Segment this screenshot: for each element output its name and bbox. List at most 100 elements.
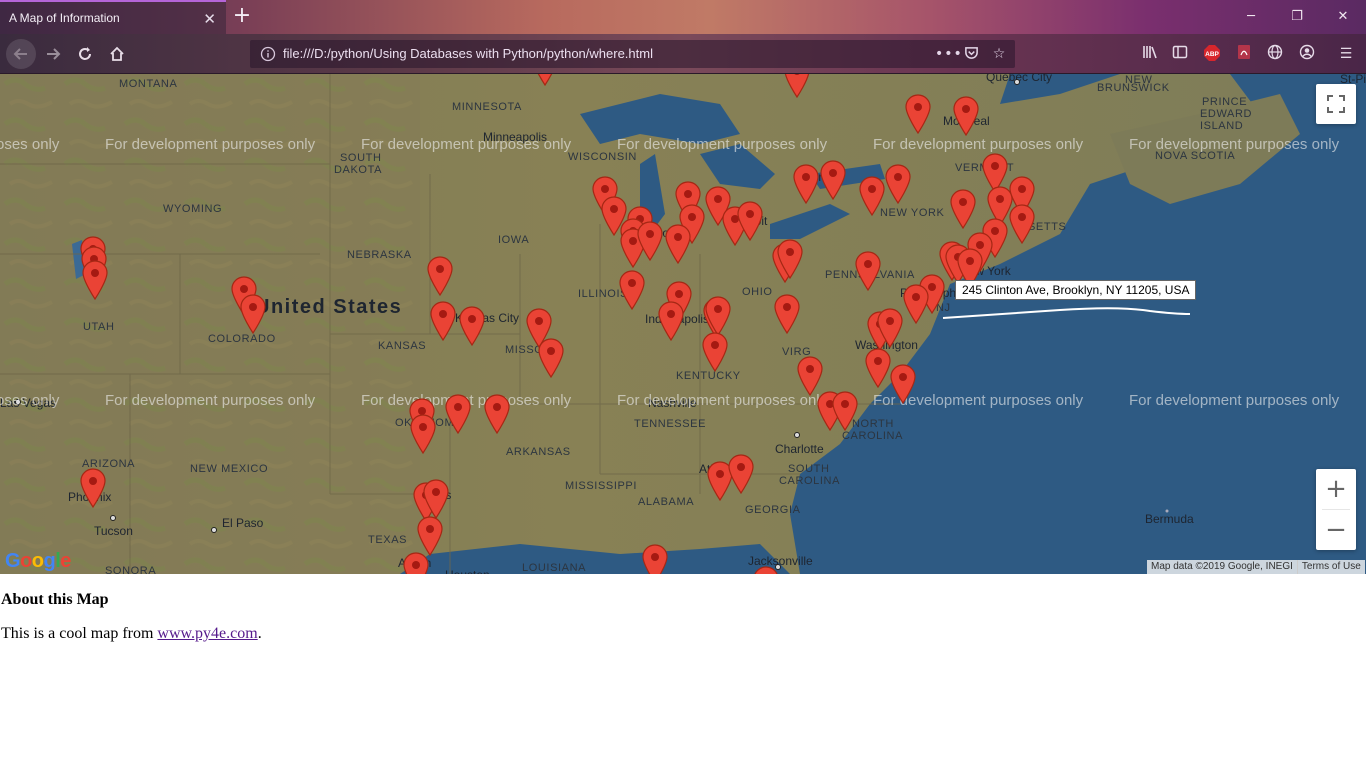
state-label-minnesota: MINNESOTA <box>452 101 522 113</box>
map-marker-icon[interactable] <box>619 270 645 310</box>
city-dot-charlotte <box>794 432 800 438</box>
state-label-colorado: COLORADO <box>208 333 276 345</box>
state-label-north-carolina-2: CAROLINA <box>842 430 904 442</box>
google-logo[interactable]: Google <box>5 550 71 573</box>
map-data-text: Map data ©2019 Google, INEGI <box>1147 560 1298 574</box>
svg-text:ABP: ABP <box>1205 51 1219 58</box>
map-marker-icon[interactable] <box>885 164 911 204</box>
state-label-georgia: GEORGIA <box>745 504 801 516</box>
state-label-south-dakota-2: DAKOTA <box>334 164 383 176</box>
watermark: For development purposes only <box>617 136 828 153</box>
map-marker-icon[interactable] <box>737 201 763 241</box>
map-marker-icon[interactable] <box>80 468 106 508</box>
restore-icon[interactable]: ❐ <box>1282 6 1312 28</box>
fullscreen-button[interactable] <box>1316 84 1356 124</box>
map-marker-icon[interactable] <box>410 414 436 454</box>
map-marker-icon[interactable] <box>538 338 564 378</box>
city-label-charlotte: Charlotte <box>775 442 824 456</box>
state-label-pei-1: PRINCE <box>1202 96 1248 108</box>
pdf-icon[interactable] <box>1234 44 1254 64</box>
map-marker-icon[interactable] <box>777 239 803 279</box>
account-icon[interactable] <box>1297 44 1317 64</box>
city-label-tucson: Tucson <box>94 524 133 538</box>
map-marker-icon[interactable] <box>890 364 916 404</box>
back-button[interactable] <box>6 39 36 69</box>
window-close-icon[interactable]: ✕ <box>1328 6 1358 28</box>
map-canvas[interactable]: MONTANA MINNESOTA SOUTH DAKOTA WISCONSIN WYOM… <box>0 74 1366 574</box>
map-marker-icon[interactable] <box>459 306 485 346</box>
library-icon[interactable] <box>1140 44 1160 64</box>
map-marker-icon[interactable] <box>702 332 728 372</box>
adblock-icon[interactable]: ABP <box>1202 44 1222 64</box>
plus-icon[interactable]: + <box>231 3 253 29</box>
py4e-link[interactable]: www.py4e.com <box>157 625 257 642</box>
watermark: For development purposes only <box>1129 392 1340 409</box>
map-marker-icon[interactable] <box>793 164 819 204</box>
reload-button[interactable] <box>71 40 99 68</box>
map-marker-icon[interactable] <box>417 516 443 556</box>
state-label-arkansas: ARKANSAS <box>506 446 571 458</box>
menu-icon[interactable]: ☰ <box>1336 44 1356 64</box>
map-marker-icon[interactable] <box>642 544 668 574</box>
map-marker-icon[interactable] <box>665 224 691 264</box>
map-marker-icon[interactable] <box>784 74 810 98</box>
tab-active[interactable]: A Map of Information ✕ <box>0 0 226 34</box>
watermark: oses only <box>0 392 60 409</box>
map-marker-icon[interactable] <box>753 566 779 574</box>
map-marker-icon[interactable] <box>532 74 558 86</box>
map-marker-icon[interactable] <box>658 301 684 341</box>
state-label-tennessee: TENNESSEE <box>634 418 707 430</box>
map-marker-icon[interactable] <box>953 96 979 136</box>
info-icon[interactable] <box>260 46 276 62</box>
state-label-kansas: KANSAS <box>378 340 427 352</box>
map-marker-icon[interactable] <box>728 454 754 494</box>
map-marker-icon[interactable] <box>1009 204 1035 244</box>
map-marker-icon[interactable] <box>403 552 429 574</box>
watermark: For development purposes only <box>617 392 828 409</box>
state-label-alabama: ALABAMA <box>638 496 695 508</box>
forward-button[interactable] <box>39 40 67 68</box>
terms-link[interactable]: Terms of Use <box>1298 560 1365 574</box>
map-marker-icon[interactable] <box>427 256 453 296</box>
map-marker-icon[interactable] <box>82 260 108 300</box>
map-marker-icon[interactable] <box>705 296 731 336</box>
map-marker-icon[interactable] <box>423 479 449 519</box>
map-marker-icon[interactable] <box>430 301 456 341</box>
globe-icon[interactable] <box>1265 44 1285 64</box>
url-text[interactable]: file:///D:/python/Using Databases with P… <box>283 46 653 61</box>
map-marker-icon[interactable] <box>484 394 510 434</box>
map-marker-icon[interactable] <box>445 394 471 434</box>
close-icon[interactable]: ✕ <box>203 10 216 28</box>
state-label-north-carolina-1: NORTH <box>852 418 894 430</box>
city-dot-quebec <box>1014 79 1020 85</box>
map-marker-icon[interactable] <box>832 391 858 431</box>
tab-title: A Map of Information <box>9 11 120 25</box>
map-marker-icon[interactable] <box>903 284 929 324</box>
map-marker-icon[interactable] <box>905 94 931 134</box>
minimize-icon[interactable]: ─ <box>1236 6 1266 28</box>
zoom-out-button[interactable]: − <box>1316 510 1356 550</box>
watermark: For development purposes only <box>361 136 572 153</box>
about-text-after: . <box>257 625 262 642</box>
pocket-icon[interactable] <box>962 45 980 63</box>
watermark: oses only <box>0 136 60 153</box>
sidebar-icon[interactable] <box>1170 44 1190 64</box>
map-marker-icon[interactable] <box>240 294 266 334</box>
map-marker-icon[interactable] <box>855 251 881 291</box>
map-marker-icon[interactable] <box>865 348 891 388</box>
map-attribution: Map data ©2019 Google, INEGI Terms of Us… <box>1147 560 1365 574</box>
map-marker-icon[interactable] <box>797 356 823 396</box>
map-marker-icon[interactable] <box>637 221 663 261</box>
page-actions-icon[interactable]: ••• <box>935 45 962 63</box>
map-marker-icon[interactable] <box>950 189 976 229</box>
url-bar[interactable]: file:///D:/python/Using Databases with P… <box>250 40 1015 68</box>
state-label-ohio: OHIO <box>742 286 773 298</box>
map-marker-icon[interactable] <box>859 176 885 216</box>
zoom-in-button[interactable]: + <box>1316 469 1356 509</box>
home-button[interactable] <box>103 40 131 68</box>
map-marker-icon[interactable] <box>877 308 903 348</box>
nav-toolbar: file:///D:/python/Using Databases with P… <box>0 34 1366 74</box>
bookmark-star-icon[interactable]: ☆ <box>990 45 1008 63</box>
map-marker-icon[interactable] <box>774 294 800 334</box>
map-marker-icon[interactable] <box>820 160 846 200</box>
